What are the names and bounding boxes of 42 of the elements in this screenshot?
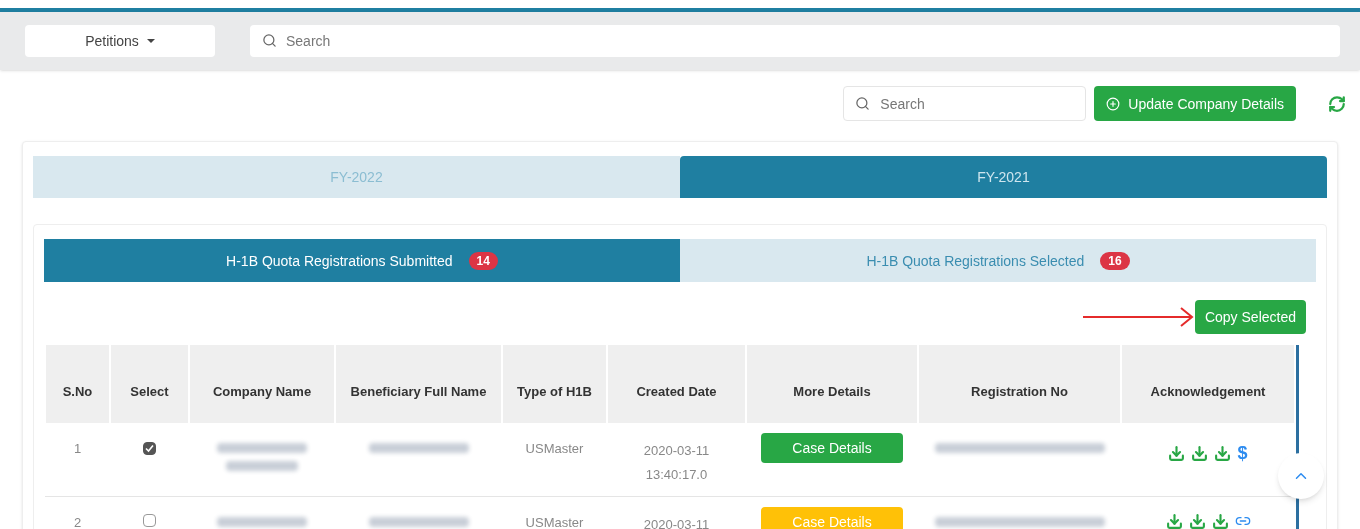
download-icon[interactable] <box>1191 444 1209 462</box>
registrations-tab[interactable]: H-1B Quota Registrations Submitted 14 <box>44 239 680 282</box>
year-tab[interactable]: FY-2021 <box>680 156 1327 198</box>
table-cell-text: 2020-03-11 <box>642 515 711 529</box>
check-icon <box>145 444 154 453</box>
column-header: S.No <box>45 345 110 423</box>
download-icon[interactable] <box>1168 444 1186 462</box>
table-cell: 1 <box>45 423 110 496</box>
search-icon <box>262 33 277 48</box>
table-cell-text: 2020-03-11 13:40:17.0 <box>642 442 711 484</box>
registrations-tab[interactable]: H-1B Quota Registrations Selected 16 <box>680 239 1316 282</box>
column-header: Acknowledgement <box>1121 345 1295 423</box>
column-header: Registration No <box>918 345 1121 423</box>
search-field[interactable]: Search <box>843 86 1087 121</box>
column-header: Created Date <box>607 345 746 423</box>
refresh-icon[interactable] <box>1328 94 1346 113</box>
caret-icon <box>146 39 155 43</box>
update-company-button[interactable]: Update Company Details <box>1094 86 1296 121</box>
row-checkbox[interactable] <box>143 442 156 455</box>
column-header: More Details <box>746 345 918 423</box>
column-header: Company Name <box>189 345 335 423</box>
table-cell: USMaster <box>502 496 607 529</box>
copy-selected-button[interactable]: Copy Selected <box>1194 300 1306 334</box>
column-header: Select <box>110 345 189 423</box>
redacted-text <box>226 461 298 471</box>
download-icon[interactable] <box>1165 512 1183 529</box>
search-icon <box>855 96 871 111</box>
row-checkbox[interactable] <box>143 513 156 527</box>
payment-link[interactable]: $ <box>1237 439 1248 467</box>
count-badge: 16 <box>1100 251 1130 270</box>
table-cell: 2 <box>45 496 110 529</box>
count-badge: 14 <box>468 251 498 270</box>
plus-circle-icon <box>1106 96 1121 111</box>
petitions-dropdown[interactable]: Petitions <box>25 25 215 57</box>
download-icon[interactable] <box>1211 512 1229 529</box>
table-cell: USMaster <box>502 423 607 496</box>
search-field[interactable]: Search <box>250 25 1340 57</box>
column-header: Type of H1B <box>502 345 607 423</box>
case-details-button[interactable]: Case Details <box>761 433 903 463</box>
column-header: Beneficiary Full Name <box>335 345 502 423</box>
download-icon[interactable] <box>1188 512 1206 529</box>
download-icon[interactable] <box>1214 444 1232 462</box>
